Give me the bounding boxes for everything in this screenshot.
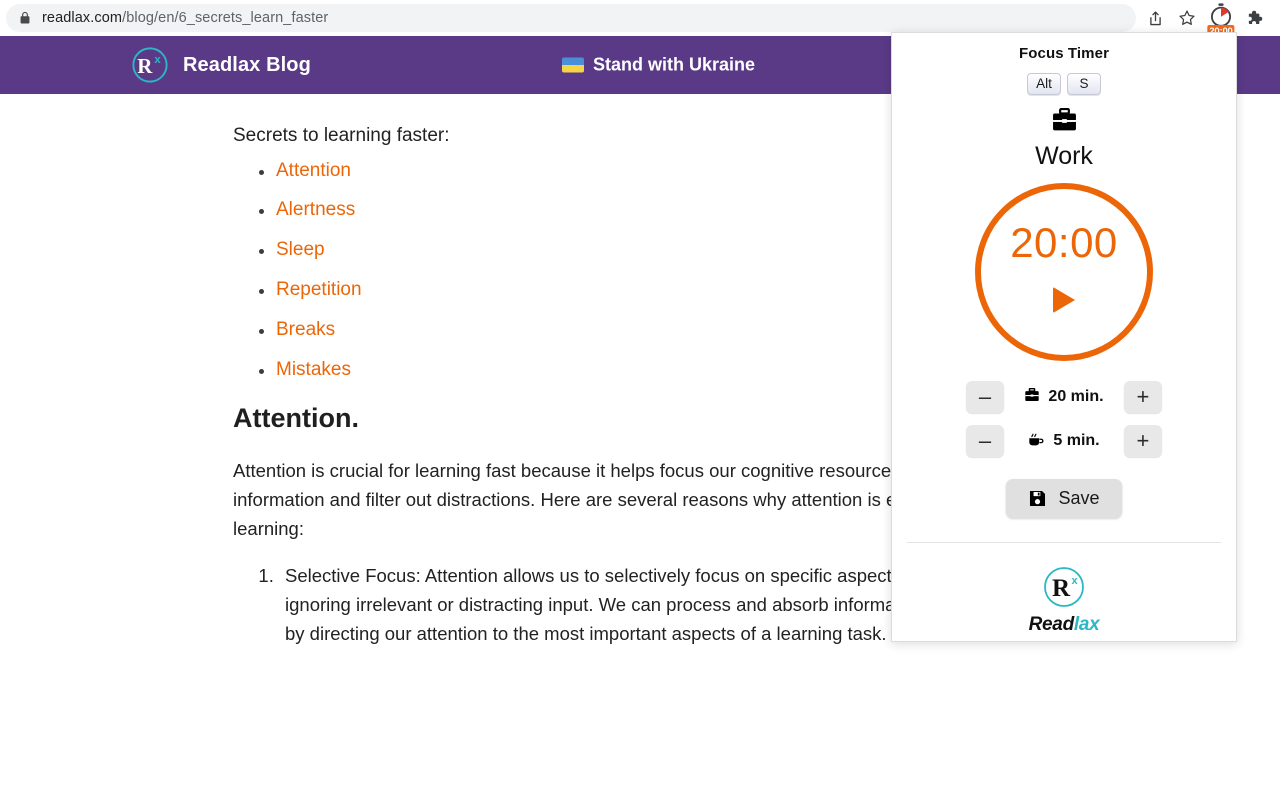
readlax-r-logo-icon: R x <box>1044 567 1084 607</box>
briefcase-icon <box>1025 387 1040 402</box>
svg-text:R: R <box>137 54 153 78</box>
readlax-r-logo-icon: R x <box>132 47 168 83</box>
stand-with-ukraine-banner[interactable]: Stand with Ukraine <box>562 55 755 76</box>
lock-icon <box>20 11 30 24</box>
extensions-button[interactable] <box>1240 3 1270 33</box>
focus-timer-popup: Focus Timer Alt S Work 20:00 – 20 min. +… <box>891 32 1237 642</box>
popup-footer[interactable]: R x Readlax <box>1029 565 1100 636</box>
break-duration-value: 5 min. <box>1028 432 1100 451</box>
browser-toolbar: readlax.com/blog/en/6_secrets_learn_fast… <box>0 0 1280 38</box>
bookmark-button[interactable] <box>1172 3 1202 33</box>
floppy-disk-icon <box>1030 490 1046 507</box>
break-plus-button[interactable]: + <box>1123 425 1162 457</box>
timer-dial[interactable]: 20:00 <box>975 183 1153 361</box>
coffee-cup-icon <box>1028 432 1045 451</box>
star-icon <box>1179 10 1195 25</box>
svg-text:x: x <box>154 54 161 66</box>
briefcase-icon <box>1052 108 1076 131</box>
ukraine-flag-icon <box>562 57 584 73</box>
break-duration-text: 5 min. <box>1053 432 1100 449</box>
work-duration-stepper: – 20 min. + <box>966 381 1162 413</box>
popup-title: Focus Timer <box>1018 45 1110 62</box>
url-text: readlax.com/blog/en/6_secrets_learn_fast… <box>42 10 328 26</box>
secret-link-breaks[interactable]: Breaks <box>276 319 335 340</box>
site-brand-title: Readlax Blog <box>183 53 311 76</box>
share-button[interactable] <box>1140 3 1170 33</box>
svg-text:x: x <box>1071 575 1078 587</box>
wordmark-read: Read <box>1028 614 1075 635</box>
address-bar[interactable]: readlax.com/blog/en/6_secrets_learn_fast… <box>6 4 1136 32</box>
work-plus-button[interactable]: + <box>1123 381 1162 413</box>
secret-link-mistakes[interactable]: Mistakes <box>276 359 351 380</box>
stand-with-ukraine-label: Stand with Ukraine <box>593 54 756 75</box>
play-icon <box>1053 287 1075 313</box>
focus-timer-extension-button[interactable]: 20:00 <box>1204 2 1238 38</box>
break-duration-stepper: – 5 min. + <box>966 425 1162 457</box>
coffee-cup-icon <box>1029 433 1044 445</box>
readlax-wordmark: Readlax <box>1029 614 1100 636</box>
secret-link-sleep[interactable]: Sleep <box>276 239 325 260</box>
work-duration-text: 20 min. <box>1048 388 1104 405</box>
briefcase-icon <box>1051 108 1078 138</box>
keycap-alt: Alt <box>1027 73 1061 95</box>
browser-window: readlax.com/blog/en/6_secrets_learn_fast… <box>0 0 1280 800</box>
svg-text:R: R <box>1052 575 1071 602</box>
work-minus-button[interactable]: – <box>966 381 1004 413</box>
timer-value: 20:00 <box>1010 219 1118 266</box>
share-icon <box>1149 10 1161 25</box>
secret-link-repetition[interactable]: Repetition <box>276 279 362 300</box>
keycap-s: S <box>1067 73 1101 95</box>
work-duration-value: 20 min. <box>1024 387 1104 406</box>
wordmark-lax: lax <box>1073 614 1100 635</box>
save-button-label: Save <box>1058 488 1100 508</box>
keyboard-shortcut: Alt S <box>1027 73 1101 95</box>
secret-link-alertness[interactable]: Alertness <box>276 199 355 220</box>
url-domain: readlax.com <box>42 10 123 26</box>
puzzle-piece-icon <box>1248 10 1262 24</box>
timer-mode-label: Work <box>1035 142 1093 170</box>
url-path: /blog/en/6_secrets_learn_faster <box>122 10 329 26</box>
briefcase-icon <box>1024 387 1040 406</box>
play-button[interactable] <box>1047 283 1081 317</box>
toolbar-actions: 20:00 <box>1140 2 1274 38</box>
popup-divider <box>907 542 1221 543</box>
break-minus-button[interactable]: – <box>966 425 1004 457</box>
site-brand[interactable]: R x Readlax Blog <box>131 46 311 84</box>
timer-ring <box>975 183 1153 361</box>
save-button[interactable]: Save <box>1006 479 1122 518</box>
secret-link-attention[interactable]: Attention <box>276 160 351 181</box>
